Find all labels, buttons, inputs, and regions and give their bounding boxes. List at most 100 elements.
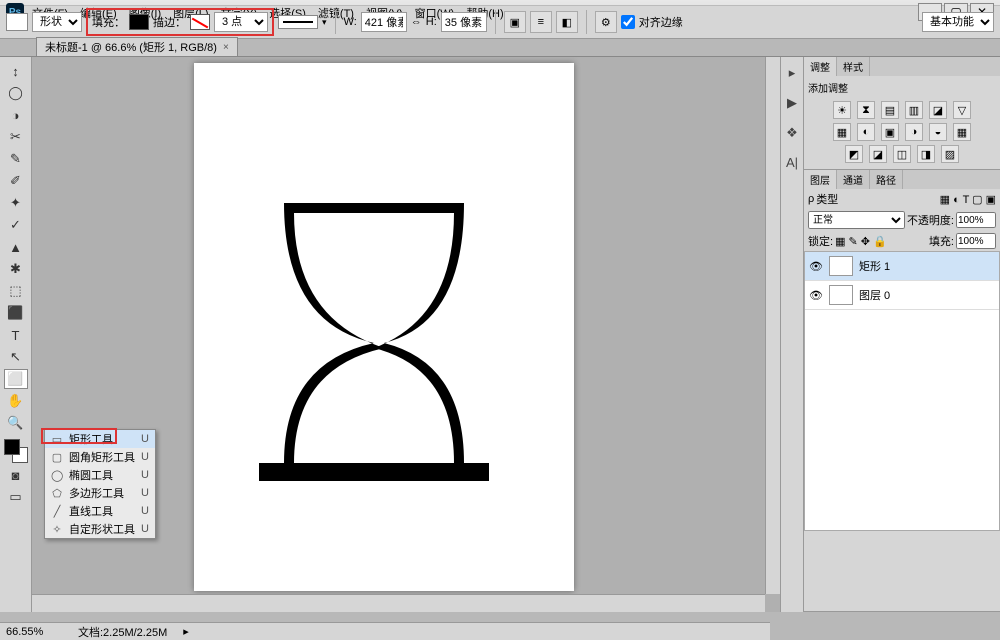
layer-name: 图层 0 (859, 287, 890, 303)
tab-adjustments[interactable]: 调整 (804, 57, 837, 76)
adjustment-icon[interactable]: ▤ (881, 101, 899, 119)
tool-button[interactable]: ✎ (4, 149, 28, 169)
adjustment-icon[interactable]: ▦ (833, 123, 851, 141)
workspace-select[interactable]: 基本功能 (922, 12, 994, 32)
tool-button[interactable]: ⬚ (4, 281, 28, 301)
tool-button[interactable]: T (4, 325, 28, 345)
tab-channels[interactable]: 通道 (837, 170, 870, 189)
stroke-swatch[interactable] (190, 14, 210, 30)
adjustment-icon[interactable]: ☀ (833, 101, 851, 119)
adjustment-icon[interactable]: ◐ (857, 123, 875, 141)
flyout-item[interactable]: ✧自定形状工具U (45, 520, 155, 538)
adjustment-icon[interactable]: ▽ (953, 101, 971, 119)
tool-button[interactable]: ✐ (4, 171, 28, 191)
dock-icon[interactable]: ▸ (789, 65, 796, 81)
height-label: H: (426, 16, 437, 28)
tool-button[interactable]: ✂ (4, 127, 28, 147)
tab-layers[interactable]: 图层 (804, 170, 837, 189)
path-combine-icon[interactable]: ▣ (504, 11, 526, 33)
height-input[interactable] (441, 12, 487, 32)
dock-icon[interactable]: A| (786, 155, 798, 170)
dock-icon[interactable]: ▶ (787, 95, 797, 111)
opacity-input[interactable] (956, 212, 996, 228)
collapsed-panel-dock: ▸ ▶ ❖ A| (780, 57, 804, 612)
adjustment-icon[interactable]: ⧗ (857, 101, 875, 119)
tool-button[interactable]: ↕ (4, 61, 28, 81)
adjustment-icon[interactable]: ▦ (953, 123, 971, 141)
dock-icon[interactable]: ❖ (786, 125, 798, 141)
fill-opacity-input[interactable] (956, 233, 996, 249)
adjustment-icon[interactable]: ◑ (905, 123, 923, 141)
status-arrow-icon[interactable]: ▸ (183, 625, 189, 638)
adjustment-icon[interactable]: ◨ (917, 145, 935, 163)
path-align-icon[interactable]: ≡ (530, 11, 552, 33)
adjustment-icon[interactable]: ▣ (881, 123, 899, 141)
adjustment-icon[interactable]: ◩ (845, 145, 863, 163)
shape-tool-flyout: ▭矩形工具U▢圆角矩形工具U◯椭圆工具U⬠多边形工具U╱直线工具U✧自定形状工具… (44, 429, 156, 539)
tool-box: ◙ ▭ ↕◯◑✂✎✐✦✓▲✱⬚⬛T↖⬜✋🔍 (0, 57, 32, 612)
tool-button[interactable]: ✓ (4, 215, 28, 235)
fill-opacity-label: 填充: (929, 233, 954, 249)
align-edges-checkbox[interactable] (621, 15, 635, 29)
tool-button[interactable]: ◑ (4, 105, 28, 125)
tool-button[interactable]: ◯ (4, 83, 28, 103)
tool-preset-icon[interactable] (6, 13, 28, 31)
flyout-item[interactable]: ▭矩形工具U (45, 430, 155, 448)
flyout-item[interactable]: ╱直线工具U (45, 502, 155, 520)
quickmask-icon[interactable]: ◙ (4, 465, 28, 485)
shape-icon: ▭ (51, 433, 63, 446)
zoom-level[interactable]: 66.55% (6, 626, 62, 638)
document-canvas[interactable] (194, 63, 574, 591)
tab-paths[interactable]: 路径 (870, 170, 903, 189)
adjustment-icon[interactable]: ◪ (869, 145, 887, 163)
tab-styles[interactable]: 样式 (837, 57, 870, 76)
blend-mode-select[interactable]: 正常 (808, 211, 905, 229)
path-arrange-icon[interactable]: ◧ (556, 11, 578, 33)
stroke-style-preview[interactable] (278, 15, 318, 29)
tool-button[interactable]: ✦ (4, 193, 28, 213)
width-input[interactable] (361, 12, 407, 32)
status-bar: 66.55% 文档:2.25M/2.25M ▸ (0, 622, 770, 640)
screenmode-icon[interactable]: ▭ (4, 487, 28, 507)
adjustment-icon[interactable]: ▥ (905, 101, 923, 119)
fg-bg-swatch[interactable] (4, 439, 28, 463)
flyout-item[interactable]: ⬠多边形工具U (45, 484, 155, 502)
tool-button[interactable]: ⬜ (4, 369, 28, 389)
document-tab[interactable]: 未标题-1 @ 66.6% (矩形 1, RGB/8) × (36, 37, 238, 56)
layer-row[interactable]: 👁 矩形 1 (805, 252, 999, 281)
visibility-icon[interactable]: 👁 (809, 289, 823, 302)
tool-button[interactable]: ↖ (4, 347, 28, 367)
document-tab-bar: 未标题-1 @ 66.6% (矩形 1, RGB/8) × (0, 39, 1000, 57)
adjustments-panel-tabs: 调整 样式 (804, 57, 1000, 76)
vertical-scrollbar[interactable] (765, 57, 780, 594)
adjustment-icon[interactable]: ◫ (893, 145, 911, 163)
flyout-item[interactable]: ◯椭圆工具U (45, 466, 155, 484)
stroke-size-select[interactable]: 3 点 (214, 12, 268, 32)
width-label: W: (344, 16, 357, 28)
layer-row[interactable]: 👁 图层 0 (805, 281, 999, 310)
document-tab-title: 未标题-1 @ 66.6% (矩形 1, RGB/8) (45, 39, 217, 55)
link-wh-icon[interactable]: ⇔ (411, 16, 422, 28)
adjustment-icon[interactable]: ▨ (941, 145, 959, 163)
fg-color[interactable] (4, 439, 20, 455)
horizontal-scrollbar[interactable] (32, 594, 765, 612)
shape-icon: ▢ (51, 451, 63, 464)
flyout-item[interactable]: ▢圆角矩形工具U (45, 448, 155, 466)
shape-mode-select[interactable]: 形状 (32, 12, 82, 32)
tool-button[interactable]: ✱ (4, 259, 28, 279)
tab-close-icon[interactable]: × (223, 42, 229, 53)
opacity-label: 不透明度: (907, 212, 954, 228)
tool-button[interactable]: 🔍 (4, 413, 28, 433)
tool-button[interactable]: ✋ (4, 391, 28, 411)
tool-button[interactable]: ⬛ (4, 303, 28, 323)
shape-icon: ✧ (51, 523, 63, 536)
gear-icon[interactable]: ⚙ (595, 11, 617, 33)
layer-name: 矩形 1 (859, 258, 890, 274)
shape-icon: ◯ (51, 469, 63, 482)
visibility-icon[interactable]: 👁 (809, 260, 823, 273)
adjustment-icon[interactable]: ◒ (929, 123, 947, 141)
fill-swatch[interactable] (129, 14, 149, 30)
tool-button[interactable]: ▲ (4, 237, 28, 257)
adjustment-icon[interactable]: ◪ (929, 101, 947, 119)
stroke-style-dropdown[interactable]: ▾ (322, 17, 327, 28)
